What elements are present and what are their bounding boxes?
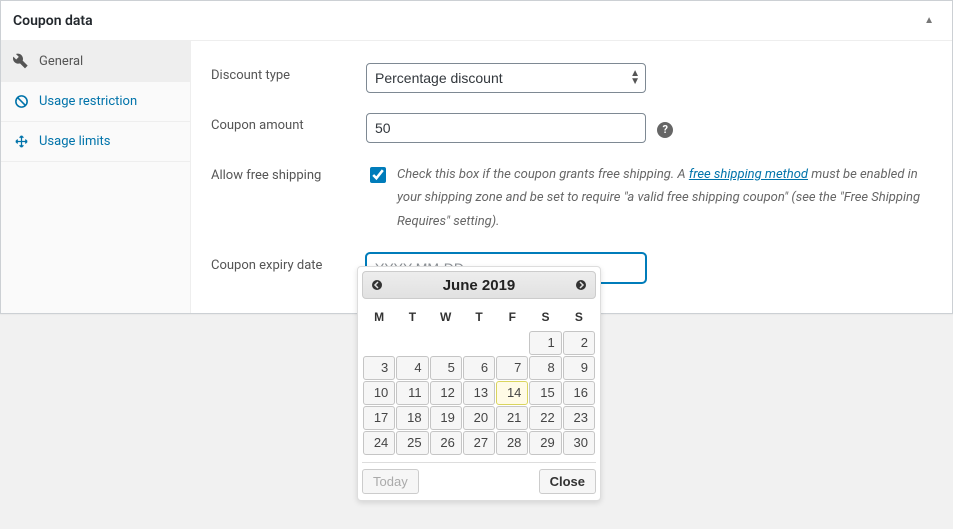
wrench-icon — [13, 53, 29, 69]
datepicker-day[interactable]: 1 — [529, 331, 561, 355]
prev-month-icon[interactable] — [367, 275, 387, 295]
datepicker-day[interactable]: 20 — [463, 406, 495, 430]
datepicker-day[interactable]: 14 — [496, 381, 528, 405]
weekday-header: F — [496, 304, 528, 330]
datepicker-header: June 2019 — [362, 271, 596, 299]
weekday-header: T — [396, 304, 428, 330]
weekday-header: S — [563, 304, 595, 330]
next-month-icon[interactable] — [571, 275, 591, 295]
collapse-icon[interactable]: ▲ — [918, 11, 940, 30]
tab-label: Usage limits — [39, 135, 110, 148]
coupon-amount-input[interactable] — [366, 113, 646, 143]
coupon-amount-label: Coupon amount — [211, 113, 366, 133]
tab-label: Usage restriction — [39, 95, 137, 108]
tab-usage-restriction[interactable]: Usage restriction — [1, 82, 190, 122]
free-shipping-method-link[interactable]: free shipping method — [689, 167, 808, 182]
move-icon — [13, 134, 29, 149]
tab-label: General — [39, 55, 83, 68]
datepicker-day[interactable]: 28 — [496, 431, 528, 455]
datepicker-day[interactable]: 9 — [563, 356, 595, 380]
datepicker: June 2019 MTWTFSS 1234567891011121314151… — [357, 266, 601, 501]
discount-type-select[interactable]: Percentage discount — [366, 63, 646, 93]
datepicker-day[interactable]: 29 — [529, 431, 561, 455]
datepicker-day[interactable]: 21 — [496, 406, 528, 430]
datepicker-day[interactable]: 7 — [496, 356, 528, 380]
free-shipping-desc: Check this box if the coupon grants free… — [397, 163, 926, 233]
help-icon[interactable]: ? — [657, 122, 673, 138]
tab-general[interactable]: General — [1, 41, 190, 82]
datepicker-day[interactable]: 3 — [363, 356, 395, 380]
datepicker-day[interactable]: 22 — [529, 406, 561, 430]
datepicker-today-button[interactable]: Today — [362, 469, 419, 494]
weekday-header: M — [363, 304, 395, 330]
datepicker-day[interactable]: 12 — [430, 381, 462, 405]
datepicker-day[interactable]: 6 — [463, 356, 495, 380]
weekday-header: W — [430, 304, 462, 330]
datepicker-day[interactable]: 4 — [396, 356, 428, 380]
datepicker-close-button[interactable]: Close — [539, 469, 596, 494]
datepicker-day[interactable]: 18 — [396, 406, 428, 430]
datepicker-day[interactable]: 11 — [396, 381, 428, 405]
datepicker-day[interactable]: 17 — [363, 406, 395, 430]
panel-header: Coupon data ▲ — [1, 1, 952, 41]
weekday-header: T — [463, 304, 495, 330]
datepicker-day[interactable]: 5 — [430, 356, 462, 380]
weekday-header: S — [529, 304, 561, 330]
datepicker-day[interactable]: 24 — [363, 431, 395, 455]
datepicker-day[interactable]: 23 — [563, 406, 595, 430]
ban-icon — [13, 94, 29, 109]
tab-usage-limits[interactable]: Usage limits — [1, 122, 190, 162]
discount-type-label: Discount type — [211, 63, 366, 83]
datepicker-day[interactable]: 13 — [463, 381, 495, 405]
datepicker-title: June 2019 — [443, 277, 516, 294]
free-shipping-checkbox[interactable] — [370, 167, 386, 183]
coupon-tabs: General Usage restriction Usage limits — [1, 41, 191, 313]
datepicker-day[interactable]: 30 — [563, 431, 595, 455]
datepicker-day[interactable]: 8 — [529, 356, 561, 380]
datepicker-day[interactable]: 16 — [563, 381, 595, 405]
datepicker-day[interactable]: 2 — [563, 331, 595, 355]
datepicker-day[interactable]: 15 — [529, 381, 561, 405]
datepicker-grid: MTWTFSS 12345678910111213141516171819202… — [362, 303, 596, 456]
datepicker-day[interactable]: 10 — [363, 381, 395, 405]
free-shipping-label: Allow free shipping — [211, 163, 366, 183]
datepicker-day[interactable]: 19 — [430, 406, 462, 430]
expiry-label: Coupon expiry date — [211, 253, 366, 273]
datepicker-day[interactable]: 26 — [430, 431, 462, 455]
panel-title: Coupon data — [13, 13, 93, 29]
datepicker-day[interactable]: 25 — [396, 431, 428, 455]
datepicker-day[interactable]: 27 — [463, 431, 495, 455]
